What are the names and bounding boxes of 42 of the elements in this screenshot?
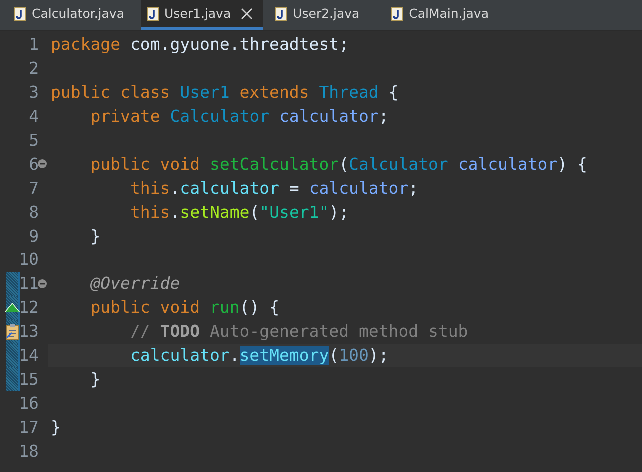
editor-tab[interactable]: CalMain.java — [385, 0, 499, 30]
java-file-icon — [275, 6, 288, 20]
line-number: 17 — [19, 418, 39, 437]
line-number: 11 — [19, 274, 39, 294]
line-number: 18 — [19, 442, 39, 461]
code-line: this.calculator = calculator; — [129, 178, 419, 198]
code-line: public class User1 extends Thread { — [50, 83, 399, 102]
line-number: 16 — [19, 394, 39, 413]
line-number: 9 — [29, 226, 39, 246]
code-line: private Calculator calculator; — [90, 107, 389, 126]
code-line: } — [50, 418, 61, 437]
code-line: } — [90, 226, 101, 246]
java-file-icon — [391, 6, 404, 20]
line-number: 2 — [29, 59, 39, 78]
code-line: // TODO Auto-generated method stub — [129, 322, 468, 342]
line-number: 13 — [19, 322, 39, 342]
code-line: public void run() { — [90, 298, 280, 318]
code-line: public void setCalculator(Calculator calculator) { — [90, 154, 588, 174]
code-line: package com.gyuone.threadtest; — [50, 35, 350, 54]
collapse-icon[interactable] — [38, 160, 47, 169]
line-number: 8 — [29, 202, 39, 222]
line-number: 10 — [19, 250, 39, 270]
editor-tab[interactable]: User1.java — [140, 0, 264, 30]
code-line: calculator.setMemory(100); — [129, 346, 389, 366]
editor-tab[interactable]: User2.java — [269, 0, 380, 30]
code-line: this.setName("User1"); — [129, 202, 350, 222]
code-line: } — [90, 370, 101, 389]
line-number: 14 — [19, 346, 39, 366]
line-number: 1 — [29, 35, 39, 54]
line-number: 3 — [29, 83, 39, 102]
code-line: @Override — [90, 274, 180, 294]
line-number: 15 — [19, 370, 39, 389]
line-number: 4 — [29, 107, 39, 126]
collapse-icon[interactable] — [38, 279, 47, 288]
java-file-icon — [146, 6, 158, 20]
line-number: 7 — [29, 178, 39, 198]
line-number: 5 — [29, 131, 39, 150]
editor-tab[interactable]: Calculator.java — [8, 0, 134, 30]
line-number: 12 — [19, 298, 39, 318]
java-file-icon — [14, 6, 26, 20]
line-number: 6 — [29, 154, 39, 174]
close-icon[interactable] — [241, 8, 254, 20]
